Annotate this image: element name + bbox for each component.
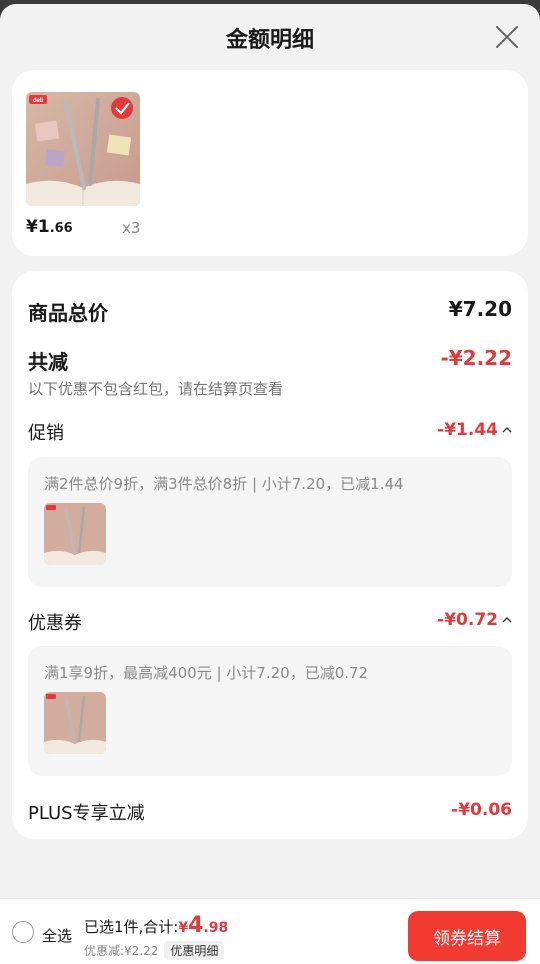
total-price-label: 商品总价 xyxy=(28,301,108,325)
coupon-product-thumbnail xyxy=(44,692,106,754)
total-price-value: ¥7.20 xyxy=(448,297,512,321)
product-thumbnail[interactable]: deli xyxy=(26,92,140,206)
promotion-value: -¥1.44 xyxy=(437,420,498,440)
price-breakdown-card: 商品总价 ¥7.20 共减 -¥2.22 以下优惠不包含红包，请在结算页查看 促… xyxy=(12,271,528,839)
plus-discount-label: PLUS专享立减 xyxy=(28,803,145,824)
plus-discount-value: -¥0.06 xyxy=(451,800,512,820)
total-amount: ¥4.98 xyxy=(178,913,229,938)
sheet-title: 金额明细 xyxy=(225,28,314,53)
promotion-value-group: -¥1.44 xyxy=(437,420,512,440)
coupon-value-group: -¥0.72 xyxy=(437,610,512,630)
promotion-row[interactable]: 促销 -¥1.44 xyxy=(28,419,512,445)
product-image xyxy=(44,692,106,754)
selected-summary: 已选1件,合计:¥4.98 xyxy=(84,913,228,938)
checkout-bar: 全选 已选1件,合计:¥4.98 优惠减:¥2.22 优惠明细 领券结算 xyxy=(0,898,540,964)
chevron-up-icon[interactable] xyxy=(502,425,512,435)
product-quantity: x3 xyxy=(122,219,141,237)
amount-detail-sheet: 金额明细 deli ¥1.66 x3 商品总价 ¥7.20 共减 -¥2.22 … xyxy=(0,4,540,964)
selected-count-text: 已选1件,合计: xyxy=(84,918,179,936)
coupon-value: -¥0.72 xyxy=(437,610,498,630)
product-image xyxy=(44,503,106,565)
coupon-detail-text: 满1享9折，最高减400元 | 小计7.20，已减0.72 xyxy=(44,664,369,682)
checkout-button[interactable]: 领券结算 xyxy=(408,911,526,961)
discount-summary: 优惠减:¥2.22 优惠明细 xyxy=(84,941,225,960)
coupon-row[interactable]: 优惠券 -¥0.72 xyxy=(28,609,512,635)
select-all-label[interactable]: 全选 xyxy=(42,925,72,946)
coupon-label: 优惠券 xyxy=(28,613,82,634)
product-price: ¥1.66 xyxy=(26,217,73,237)
close-icon[interactable] xyxy=(494,24,520,50)
promotion-label: 促销 xyxy=(28,423,64,444)
discount-detail-button[interactable]: 优惠明细 xyxy=(164,941,225,960)
total-price-row: 商品总价 ¥7.20 xyxy=(28,297,512,326)
total-reduce-row: 共减 -¥2.22 xyxy=(28,346,512,375)
plus-discount-row: PLUS专享立减 -¥0.06 xyxy=(28,799,512,825)
discount-note: 以下优惠不包含红包，请在结算页查看 xyxy=(28,380,284,398)
total-reduce-value: -¥2.22 xyxy=(440,346,512,370)
promotion-detail-box: 满2件总价9折，满3件总价8折 | 小计7.20，已减1.44 xyxy=(28,457,512,587)
discount-amount-text: 优惠减:¥2.22 xyxy=(84,944,159,958)
sheet-header: 金额明细 xyxy=(0,4,540,70)
total-reduce-label: 共减 xyxy=(28,350,68,374)
brand-logo: deli xyxy=(33,98,44,104)
promotion-detail-text: 满2件总价9折，满3件总价8折 | 小计7.20，已减1.44 xyxy=(44,475,404,493)
coupon-detail-box: 满1享9折，最高减400元 | 小计7.20，已减0.72 xyxy=(28,646,512,776)
chevron-up-icon[interactable] xyxy=(502,615,512,625)
select-all-radio[interactable] xyxy=(12,921,34,943)
promotion-product-thumbnail xyxy=(44,503,106,565)
product-image: deli xyxy=(26,92,140,206)
product-card: deli ¥1.66 x3 xyxy=(12,70,528,256)
